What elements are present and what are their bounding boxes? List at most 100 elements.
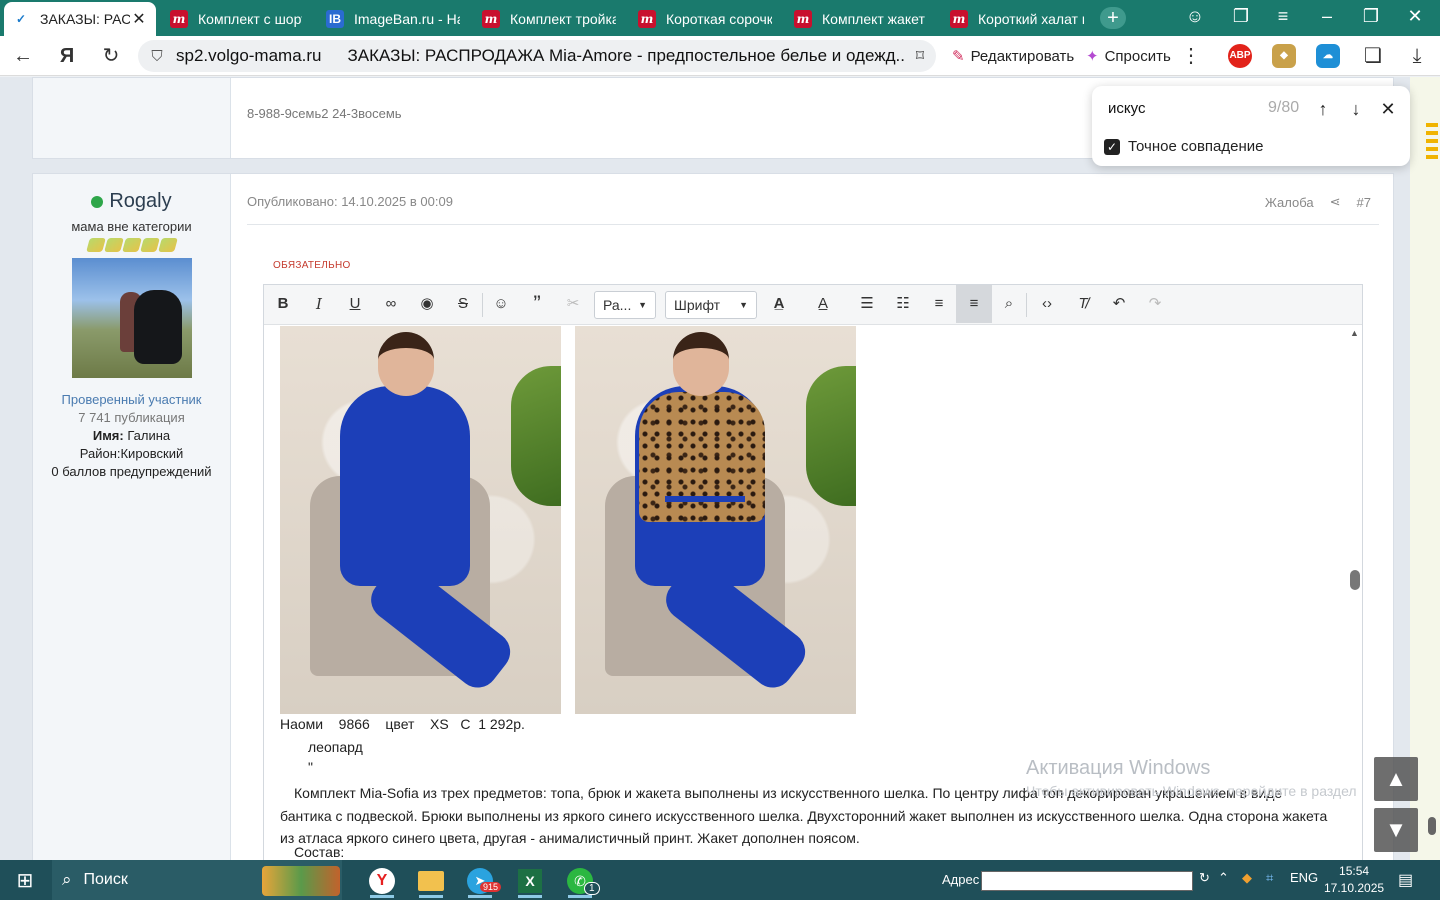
- taskbar-file-explorer[interactable]: [411, 864, 451, 898]
- clear-format-icon[interactable]: T̸: [1068, 289, 1098, 319]
- underline-icon[interactable]: U: [340, 289, 370, 319]
- notification-center-icon[interactable]: ▤: [1398, 870, 1413, 890]
- align-center-icon[interactable]: ≡: [924, 289, 954, 319]
- cloud-extension-icon[interactable]: ☁: [1316, 44, 1340, 68]
- tab-korotkaya-sorochka[interactable]: m Короткая сорочка: [630, 4, 780, 34]
- report-link[interactable]: Жалоба: [1265, 195, 1314, 210]
- extension-icon[interactable]: ◆: [1272, 44, 1296, 68]
- tray-screenshot-icon[interactable]: ⌗: [1266, 870, 1273, 886]
- share-icon[interactable]: ⋖: [1330, 194, 1341, 210]
- tab-zakazy[interactable]: ✓ ЗАКАЗЫ: РАСП ✕: [4, 2, 156, 36]
- tab-title: Комплект тройка: [510, 11, 616, 27]
- product-photo-leopard[interactable]: [575, 326, 856, 714]
- user-post-count[interactable]: 7 741 публикация: [33, 410, 230, 425]
- close-window-icon[interactable]: ✕: [1400, 6, 1430, 27]
- taskbar-whatsapp[interactable]: ✆ 1: [560, 864, 600, 898]
- back-icon[interactable]: ←: [10, 44, 36, 68]
- italic-icon[interactable]: I: [304, 289, 334, 319]
- collections-icon[interactable]: ❐: [1226, 6, 1256, 27]
- bullet-list-icon[interactable]: ☰: [852, 289, 882, 319]
- tab-komplekt-shorty[interactable]: m Комплект с шорта: [162, 4, 310, 34]
- editor-scrollbar[interactable]: ▲ ▼: [1348, 326, 1362, 860]
- address-field[interactable]: ⛉ sp2.volgo-mama.ru ЗАКАЗЫ: РАСПРОДАЖА M…: [138, 40, 936, 72]
- post-date[interactable]: Опубликовано: 14.10.2025 в 00:09: [247, 194, 453, 209]
- scroll-to-top-button[interactable]: ▲: [1374, 757, 1418, 801]
- taskbar-yandex-browser[interactable]: Y: [362, 864, 402, 898]
- highlight-color-icon[interactable]: A̲: [764, 289, 794, 319]
- collections-panel-icon[interactable]: ❏: [1360, 44, 1386, 68]
- excel-icon: X: [518, 869, 542, 893]
- quote-icon[interactable]: ”: [522, 289, 552, 319]
- tab-title: Комплект с шорта: [198, 11, 302, 27]
- emoji-icon[interactable]: ☺: [486, 289, 516, 319]
- exact-match-checkbox[interactable]: ✓ Точное совпадение: [1104, 138, 1264, 155]
- reload-icon[interactable]: ↻: [98, 44, 124, 68]
- checkbox-checked-icon: ✓: [1104, 138, 1120, 155]
- signature-phone: 8-988-9семь2 24-3восемь: [247, 106, 402, 121]
- text-color-icon[interactable]: A̲: [808, 289, 838, 319]
- spoiler-eye-icon[interactable]: ◉: [412, 289, 442, 319]
- ask-button[interactable]: ✦ Спросить: [1086, 42, 1171, 70]
- tab-komplekt-zhaket[interactable]: m Комплект жакет и: [786, 4, 936, 34]
- link-icon[interactable]: ∞: [376, 289, 406, 319]
- system-clock[interactable]: 15:54 17.10.2025: [1324, 863, 1384, 897]
- code-icon[interactable]: ‹›: [1032, 289, 1062, 319]
- refresh-icon[interactable]: ↻: [1199, 870, 1210, 886]
- undo-icon[interactable]: ↶: [1104, 289, 1134, 319]
- page-scroll-thumb[interactable]: [1428, 817, 1436, 835]
- find-close-icon[interactable]: ✕: [1375, 96, 1401, 122]
- mia-amore-icon: m: [794, 10, 812, 28]
- scroll-to-bottom-button[interactable]: ▼: [1374, 808, 1418, 852]
- taskbar-search[interactable]: ⌕ Поиск: [52, 860, 342, 900]
- strikethrough-icon[interactable]: S: [448, 289, 478, 319]
- adblock-icon[interactable]: ABP: [1228, 44, 1252, 68]
- scroll-up-icon[interactable]: ▲: [1350, 328, 1359, 338]
- find-previous-icon[interactable]: ↑: [1310, 96, 1336, 122]
- tab-komplekt-troika[interactable]: m Комплект тройка: [474, 4, 624, 34]
- taskbar-excel[interactable]: X: [510, 864, 550, 898]
- restore-icon[interactable]: ❐: [1356, 6, 1386, 27]
- user-real-name-label: Имя:: [92, 428, 124, 443]
- user-real-name-value: Галина: [127, 428, 171, 443]
- bold-icon[interactable]: B: [268, 289, 298, 319]
- font-family-select[interactable]: Шрифт ▼: [665, 291, 757, 319]
- edit-button[interactable]: ✎ Редактировать: [952, 42, 1074, 70]
- find-next-icon[interactable]: ↓: [1343, 96, 1369, 122]
- username[interactable]: Rogaly: [33, 190, 230, 213]
- tab-imageban[interactable]: IB ImageBan.ru - Над: [318, 4, 468, 34]
- image-preview-icon[interactable]: ⌕: [994, 289, 1024, 319]
- post-number-link[interactable]: #7: [1357, 195, 1371, 210]
- address-toolbar-input[interactable]: [981, 871, 1193, 891]
- tray-expand-icon[interactable]: ⌃: [1218, 870, 1229, 886]
- security-shield-icon[interactable]: ⛉: [146, 48, 168, 65]
- close-tab-icon[interactable]: ✕: [130, 9, 148, 29]
- bookmark-icon[interactable]: ⌑: [904, 46, 936, 66]
- avatar[interactable]: [71, 258, 192, 378]
- taskbar-telegram[interactable]: ➤ 915: [460, 864, 502, 898]
- input-language[interactable]: ENG: [1290, 870, 1318, 885]
- tray-app-icon[interactable]: ◆: [1242, 870, 1252, 886]
- start-button[interactable]: ⊞: [0, 860, 50, 900]
- new-tab-button[interactable]: +: [1100, 7, 1126, 29]
- more-icon[interactable]: ⋮: [1178, 44, 1204, 68]
- user-warnings: 0 баллов предупреждений: [51, 464, 212, 479]
- numbered-list-icon[interactable]: ☷: [888, 289, 918, 319]
- toolbar-divider: [1026, 293, 1027, 317]
- font-size-select[interactable]: Ра... ▼: [594, 291, 656, 319]
- yandex-logo-icon[interactable]: Я: [54, 44, 80, 68]
- redo-icon[interactable]: ↷: [1140, 289, 1170, 319]
- align-left-icon[interactable]: ≡: [956, 285, 992, 323]
- page-scrollbar[interactable]: [1424, 77, 1440, 860]
- find-match-marker: [1426, 123, 1438, 127]
- product-photo-blue[interactable]: [280, 326, 561, 714]
- editor-scroll-thumb[interactable]: [1350, 570, 1360, 590]
- alice-icon[interactable]: ☺: [1180, 6, 1210, 27]
- minimize-icon[interactable]: –: [1312, 6, 1342, 27]
- web-page: 8-988-9семь2 24-3восемь Rogaly мама вне …: [0, 77, 1440, 860]
- unlink-icon[interactable]: ✂: [558, 289, 588, 319]
- menu-icon[interactable]: ≡: [1268, 6, 1298, 27]
- tab-korotkiy-khalat[interactable]: m Короткий халат на: [942, 4, 1092, 34]
- downloads-icon[interactable]: ⤓: [1404, 44, 1430, 68]
- rank-badge-icon: [139, 238, 160, 252]
- find-input[interactable]: искус: [1108, 100, 1145, 117]
